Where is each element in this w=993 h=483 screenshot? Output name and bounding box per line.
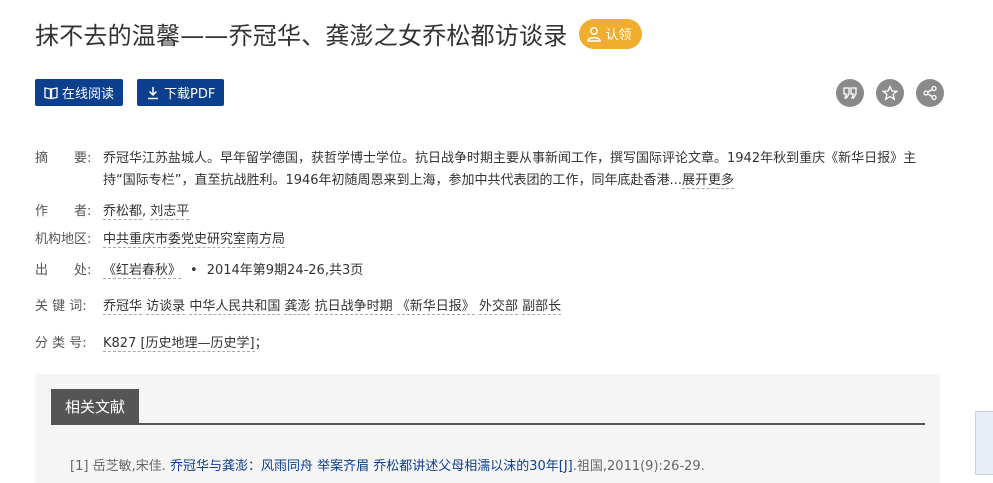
- abstract-label: 摘 要:: [35, 151, 92, 166]
- classification-label: 分 类 号:: [35, 336, 87, 351]
- keyword-link[interactable]: 乔冠华: [103, 299, 143, 315]
- author-link[interactable]: 乔松都: [103, 204, 143, 220]
- action-buttons: 在线阅读 下载PDF: [35, 79, 225, 106]
- classification-suffix: ；: [254, 336, 268, 351]
- abstract-row: 摘 要: 乔冠华江苏盐城人。早年留学德国，获哲学博士学位。抗日战争时期主要从事新…: [35, 148, 947, 192]
- quote-button[interactable]: [836, 79, 864, 107]
- user-icon: [587, 26, 602, 42]
- keyword-link[interactable]: 中华人民共和国: [189, 299, 281, 315]
- claim-label: 认领: [605, 28, 632, 43]
- keywords-label: 关 键 词:: [35, 299, 87, 314]
- quote-icon: [843, 87, 857, 99]
- related-item-authors: 岳芝敏,宋佳.: [92, 459, 166, 474]
- keywords-list: 乔冠华 访谈录 中华人民共和国 龚澎 抗日战争时期 《新华日报》 外交部 副部长: [103, 296, 947, 318]
- article-title: 抹不去的温馨——乔冠华、龚澎之女乔松都访谈录: [35, 22, 568, 50]
- journal-link[interactable]: 《红岩春秋》: [103, 263, 182, 279]
- keyword-link[interactable]: 副部长: [522, 299, 562, 315]
- book-icon: [44, 86, 58, 99]
- related-literature: 相关文献 [1] 岳芝敏,宋佳. 乔冠华与龚澎：风雨同舟 举案齐眉 乔松都讲述父…: [35, 374, 940, 483]
- source-row: 出 处: 《红岩春秋》 • 2014年第9期24-26,共3页: [35, 260, 947, 282]
- source-dot: •: [190, 263, 198, 278]
- classification-value: K827 [历史地理—历史学]；: [103, 333, 947, 355]
- related-item: [1] 岳芝敏,宋佳. 乔冠华与龚澎：风雨同舟 举案齐眉 乔松都讲述父母相濡以沫…: [70, 455, 705, 474]
- title-row: 抹不去的温馨——乔冠华、龚澎之女乔松都访谈录 认领: [35, 16, 643, 51]
- download-pdf-button[interactable]: 下载PDF: [137, 79, 225, 106]
- issue-info: 2014年第9期24-26,共3页: [206, 263, 364, 278]
- institution-link[interactable]: 中共重庆市委党史研究室南方局: [103, 232, 286, 248]
- side-panel-tab[interactable]: [975, 411, 993, 475]
- download-icon: [148, 86, 159, 99]
- institution-row: 机构地区: 中共重庆市委党史研究室南方局: [35, 229, 947, 251]
- keyword-link[interactable]: 龚澎: [284, 299, 311, 315]
- keyword-link[interactable]: 访谈录: [146, 299, 186, 315]
- favorite-button[interactable]: [876, 79, 904, 107]
- author-separator: ,: [142, 204, 147, 219]
- author-row: 作 者: 乔松都, 刘志平: [35, 201, 947, 223]
- institution-value: 中共重庆市委党史研究室南方局: [103, 229, 947, 251]
- tool-icons: [836, 79, 944, 107]
- keyword-link[interactable]: 外交部: [478, 299, 518, 315]
- institution-label: 机构地区:: [35, 232, 92, 247]
- keyword-link[interactable]: 抗日战争时期: [314, 299, 393, 315]
- share-icon: [923, 85, 937, 101]
- read-online-label: 在线阅读: [62, 87, 115, 102]
- related-heading: 相关文献: [51, 389, 140, 423]
- related-header: 相关文献: [51, 389, 925, 425]
- abstract-text: 乔冠华江苏盐城人。早年留学德国，获哲学博士学位。抗日战争时期主要从事新闻工作，撰…: [103, 148, 947, 192]
- abstract-body: 乔冠华江苏盐城人。早年留学德国，获哲学博士学位。抗日战争时期主要从事新闻工作，撰…: [103, 151, 917, 188]
- article-metadata: 摘 要: 乔冠华江苏盐城人。早年留学德国，获哲学博士学位。抗日战争时期主要从事新…: [35, 148, 947, 355]
- related-item-index: [1]: [70, 459, 89, 474]
- source-label: 出 处:: [35, 263, 92, 278]
- source-value: 《红岩春秋》 • 2014年第9期24-26,共3页: [103, 260, 947, 282]
- author-list: 乔松都, 刘志平: [103, 201, 947, 223]
- related-item-title[interactable]: 乔冠华与龚澎：风雨同舟 举案齐眉 乔松都讲述父母相濡以沫的30年[J]: [170, 459, 573, 474]
- author-label: 作 者:: [35, 204, 92, 219]
- keyword-link[interactable]: 《新华日报》: [396, 299, 475, 315]
- classification-row: 分 类 号: K827 [历史地理—历史学]；: [35, 333, 947, 355]
- star-icon: [882, 85, 898, 101]
- keywords-row: 关 键 词: 乔冠华 访谈录 中华人民共和国 龚澎 抗日战争时期 《新华日报》 …: [35, 296, 947, 318]
- share-button[interactable]: [916, 79, 944, 107]
- read-online-button[interactable]: 在线阅读: [35, 79, 124, 106]
- download-pdf-label: 下载PDF: [164, 87, 216, 102]
- claim-button[interactable]: 认领: [579, 18, 643, 49]
- related-item-source: .祖国,2011(9):26-29.: [572, 459, 705, 474]
- expand-more-link[interactable]: 展开更多: [681, 173, 734, 189]
- author-link[interactable]: 刘志平: [150, 204, 190, 220]
- classification-link[interactable]: K827 [历史地理—历史学]: [103, 336, 255, 352]
